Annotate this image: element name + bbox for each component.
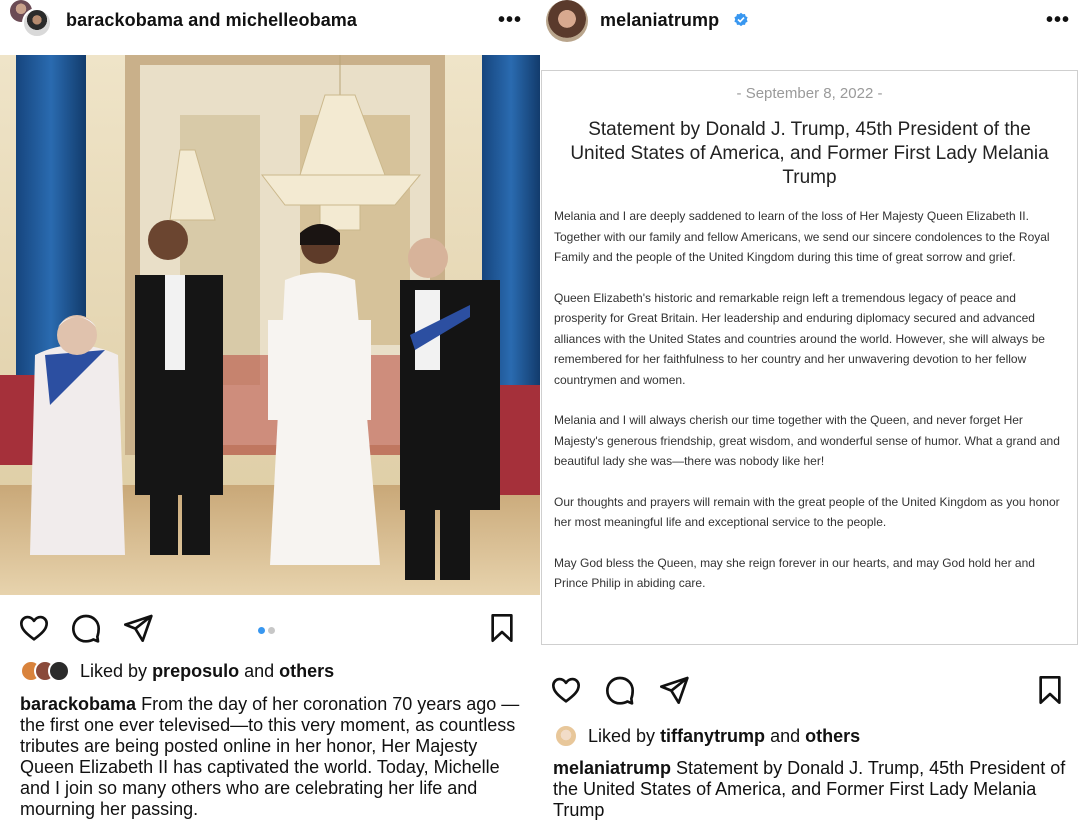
comment-icon[interactable] xyxy=(70,612,102,644)
post-photo[interactable] xyxy=(0,55,540,595)
comment-icon[interactable] xyxy=(604,674,636,706)
bookmark-icon[interactable] xyxy=(1034,674,1066,706)
liked-by-prefix: Liked by xyxy=(588,725,656,746)
post-username[interactable]: melaniatrump xyxy=(600,10,719,31)
statement-paragraph: Queen Elizabeth's historic and remarkabl… xyxy=(554,290,1045,387)
statement-paragraph: Melania and I are deeply saddened to lea… xyxy=(554,209,1050,264)
liked-by-others[interactable]: others xyxy=(805,726,860,747)
statement-date: - September 8, 2022 - xyxy=(736,85,883,102)
verified-badge-icon xyxy=(733,12,749,28)
likes-summary[interactable]: Liked by preposulo and others xyxy=(20,660,334,682)
more-options-button[interactable]: ••• xyxy=(498,10,522,30)
statement-paragraph: Melania and I will always cherish our ti… xyxy=(554,413,1060,468)
heart-icon[interactable] xyxy=(550,674,582,706)
post-actions xyxy=(540,674,1080,708)
liked-by-prefix: Liked by xyxy=(80,660,148,681)
liked-by-others[interactable]: others xyxy=(279,661,334,682)
avatar xyxy=(48,660,70,682)
carousel-dot[interactable] xyxy=(268,627,275,634)
liker-avatars xyxy=(20,660,70,682)
more-options-button[interactable]: ••• xyxy=(1046,10,1070,30)
statement-title: Statement by Donald J. Trump, 45th Presi… xyxy=(570,119,1049,188)
liked-by-user[interactable]: tiffanytrump xyxy=(660,726,765,747)
post-caption: melaniatrump Statement by Donald J. Trum… xyxy=(553,758,1073,821)
likes-summary[interactable]: Liked by tiffanytrump and others xyxy=(554,724,860,748)
share-icon[interactable] xyxy=(122,612,154,644)
avatar xyxy=(554,724,578,748)
caption-username[interactable]: melaniatrump xyxy=(553,758,671,778)
statement-paragraph: May God bless the Queen, may she reign f… xyxy=(554,555,1035,591)
post-header: barackobama and michelleobama ••• xyxy=(0,0,540,42)
avatar xyxy=(22,8,52,38)
share-icon[interactable] xyxy=(658,674,690,706)
liked-by-user[interactable]: preposulo xyxy=(152,661,239,682)
avatar-stack[interactable] xyxy=(10,0,56,42)
statement-image[interactable]: - September 8, 2022 - Statement by Donal… xyxy=(541,70,1078,645)
state-visit-photo xyxy=(0,55,540,595)
liked-by-and: and xyxy=(244,660,275,681)
left-post: barackobama and michelleobama ••• Liked … xyxy=(0,0,540,823)
liked-by-and: and xyxy=(770,725,801,746)
post-header: melaniatrump ••• xyxy=(540,0,1080,42)
heart-icon[interactable] xyxy=(18,612,50,644)
caption-username[interactable]: barackobama xyxy=(20,694,136,714)
post-username[interactable]: barackobama and michelleobama xyxy=(66,10,357,31)
carousel-dot-active[interactable] xyxy=(258,627,265,634)
bookmark-icon[interactable] xyxy=(486,612,518,644)
avatar[interactable] xyxy=(546,0,588,42)
post-caption: barackobama From the day of her coronati… xyxy=(20,694,525,820)
statement-paragraph: Our thoughts and prayers will remain wit… xyxy=(554,494,1060,530)
carousel-indicator xyxy=(258,621,278,639)
